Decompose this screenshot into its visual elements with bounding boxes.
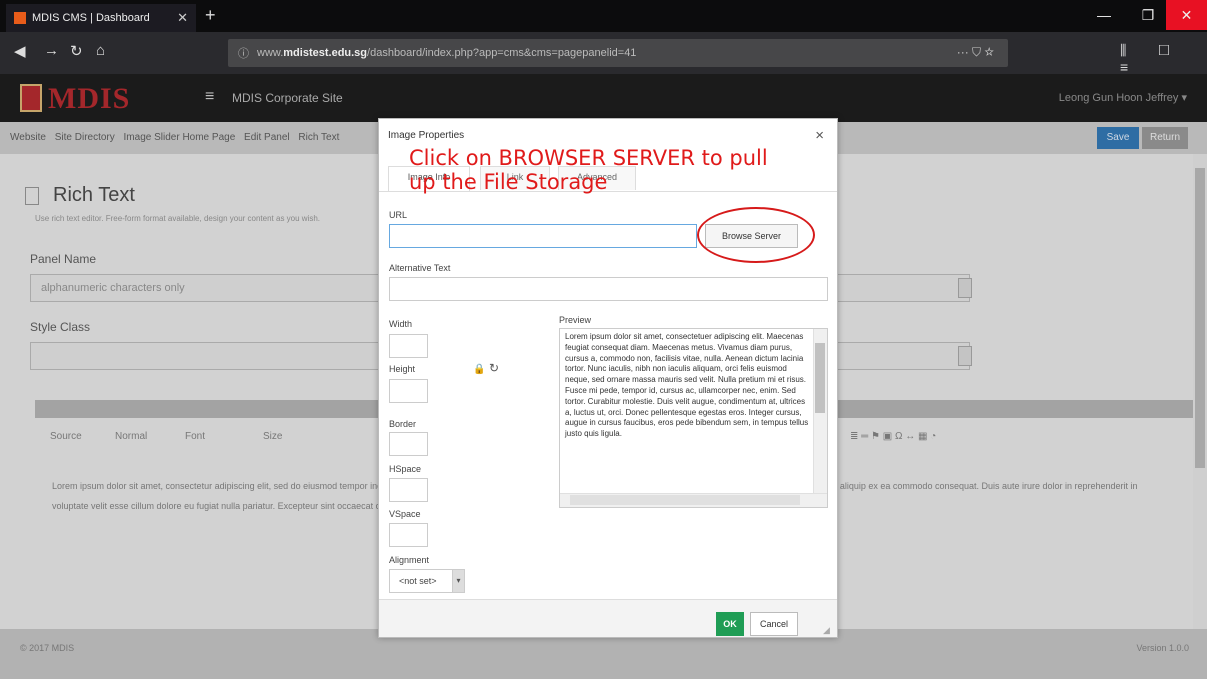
dialog-title: Image Properties <box>388 130 465 141</box>
url-label: URL <box>389 210 408 220</box>
alt-text-label: Alternative Text <box>389 263 451 273</box>
ok-button[interactable]: OK <box>716 612 744 636</box>
version: Version 1.0.0 <box>1136 643 1189 653</box>
font-select[interactable]: Font <box>185 431 205 442</box>
vspace-input[interactable] <box>389 523 428 547</box>
height-label: Height <box>389 364 416 374</box>
tab-close-icon[interactable]: ✕ <box>177 10 188 26</box>
url-domain: mdistest.edu.sg <box>283 47 368 59</box>
back-icon[interactable]: ◀ <box>14 42 26 60</box>
return-button[interactable]: Return <box>1142 127 1188 149</box>
page-title: Rich Text <box>53 184 135 206</box>
panel-name-spinner[interactable] <box>958 278 972 298</box>
page-heading: Rich Text <box>25 184 135 207</box>
highlight-circle <box>697 207 815 263</box>
page-subtitle: Use rich text editor. Free-form format a… <box>35 214 321 223</box>
alt-text-input[interactable] <box>389 277 828 301</box>
copyright: © 2017 MDIS <box>20 643 75 653</box>
preview-scroll-thumb[interactable] <box>815 343 825 413</box>
minimize-icon[interactable]: — <box>1082 0 1126 30</box>
page-actions-icon[interactable]: ··· ⛉ ☆ <box>957 45 994 60</box>
style-class-label: Style Class <box>30 320 91 334</box>
size-select[interactable]: Size <box>263 431 282 442</box>
border-input[interactable] <box>389 432 428 456</box>
home-icon[interactable]: ⌂ <box>96 42 105 59</box>
panel-name-label: Panel Name <box>30 252 97 266</box>
editor-tools-icon[interactable]: ≣ ═ ⚑ ▣ Ω ↔ ▦ ◔ <box>850 431 936 442</box>
maximize-icon[interactable]: ❐ <box>1126 0 1170 30</box>
breadcrumb-item[interactable]: Rich Text <box>298 132 339 143</box>
menu-icon[interactable]: ≡ <box>205 88 214 106</box>
height-input[interactable] <box>389 379 428 403</box>
alignment-label: Alignment <box>389 555 430 565</box>
lock-ratio-icon[interactable]: 🔒 <box>473 364 485 375</box>
window-close-icon[interactable]: ✕ <box>1166 0 1207 30</box>
preview-pane: Lorem ipsum dolor sit amet, consectetuer… <box>559 328 828 508</box>
url-path: /dashboard/index.php?app=cms&cms=pagepan… <box>367 47 637 59</box>
width-input[interactable] <box>389 334 428 358</box>
document-icon <box>25 186 39 205</box>
breadcrumb: Website Site Directory Image Slider Home… <box>10 132 345 143</box>
tab-title: MDIS CMS | Dashboard <box>32 12 150 24</box>
border-label: Border <box>389 419 417 429</box>
format-select[interactable]: Normal <box>115 431 147 442</box>
breadcrumb-item[interactable]: Image Slider Home Page <box>124 132 236 143</box>
alignment-value: <not set> <box>399 576 437 586</box>
new-tab-icon[interactable]: + <box>205 5 216 26</box>
width-label: Width <box>389 319 413 329</box>
breadcrumb-item[interactable]: Website <box>10 132 46 143</box>
preview-label: Preview <box>559 315 592 325</box>
style-class-spinner[interactable] <box>958 346 972 366</box>
hspace-label: HSpace <box>389 464 422 474</box>
cancel-button[interactable]: Cancel <box>750 612 798 636</box>
close-icon[interactable]: × <box>815 127 824 144</box>
browser-tab[interactable]: MDIS CMS | Dashboard ✕ <box>6 4 196 32</box>
hspace-input[interactable] <box>389 478 428 502</box>
save-button[interactable]: Save <box>1097 127 1139 149</box>
logo[interactable]: MDIS <box>48 82 130 116</box>
resize-grip-icon[interactable]: ◢ <box>823 625 830 636</box>
site-favicon-icon <box>14 12 26 24</box>
breadcrumb-item[interactable]: Edit Panel <box>244 132 290 143</box>
user-menu[interactable]: Leong Gun Hoon Jeffrey ▾ <box>1059 91 1187 104</box>
library-icon[interactable]: ⫼ ☐ ≡ <box>1120 42 1207 75</box>
url-prefix: www. <box>257 47 284 59</box>
address-bar[interactable]: ⓘ www. mdistest.edu.sg/dashboard/index.ph… <box>228 39 1008 67</box>
preview-text: Lorem ipsum dolor sit amet, consectetuer… <box>565 332 809 439</box>
reload-icon[interactable]: ↻ <box>70 42 83 60</box>
info-icon[interactable]: ⓘ <box>238 45 249 61</box>
url-input[interactable] <box>389 224 697 248</box>
instruction-annotation: Click on BROWSER SERVER to pull up the F… <box>409 146 768 194</box>
chevron-down-icon: ▾ <box>452 570 464 592</box>
source-button[interactable]: Source <box>50 431 82 442</box>
image-properties-dialog: Image Properties × Image Info Link Advan… <box>378 118 838 638</box>
browser-nav-bar: ◀ → ↻ ⌂ ⓘ www. mdistest.edu.sg/dashboard/… <box>0 32 1207 75</box>
forward-icon[interactable]: → <box>44 42 59 59</box>
mdis-crest-icon <box>20 84 42 112</box>
browser-tab-bar: MDIS CMS | Dashboard ✕ + — ❐ ✕ <box>0 0 1207 32</box>
site-name[interactable]: MDIS Corporate Site <box>232 91 343 105</box>
breadcrumb-item[interactable]: Site Directory <box>55 132 115 143</box>
reset-size-icon[interactable]: ↻ <box>489 361 499 375</box>
vspace-label: VSpace <box>389 509 421 519</box>
page-scrollbar-thumb[interactable] <box>1195 168 1205 468</box>
alignment-select[interactable]: <not set> ▾ <box>389 569 465 593</box>
cms-header: MDIS ≡ MDIS Corporate Site Leong Gun Hoo… <box>0 74 1207 122</box>
preview-hscroll-thumb[interactable] <box>570 495 800 505</box>
